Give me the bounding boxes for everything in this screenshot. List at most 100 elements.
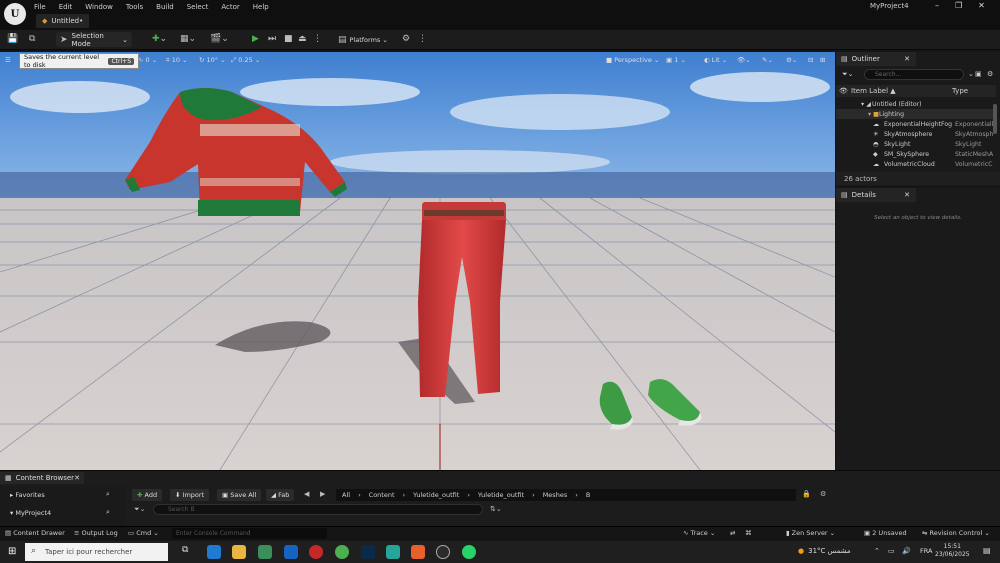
view-mode-button[interactable]: ◐ Lit ⌄ [704,54,727,66]
derived-data-icon[interactable]: ⇄ [730,529,735,537]
grid-snap-button[interactable]: ⌗ 10 ⌄ [166,54,188,66]
filter-icon[interactable]: ⏷⌄ [134,505,145,514]
search-icon[interactable]: ⌕ [106,508,110,517]
photoshop-icon[interactable] [361,545,375,559]
favorites-section[interactable]: ▸ Favorites [10,491,45,499]
outlook-icon[interactable] [284,545,298,559]
language-indicator[interactable]: FRA [920,547,932,555]
brave-icon[interactable] [411,545,425,559]
step-icon[interactable]: ⏭ [268,34,276,44]
gear-icon[interactable]: ⚙ [820,490,826,498]
col-item-label[interactable]: Item Label ▲ [851,87,896,95]
menu-build[interactable]: Build [156,3,174,11]
close-icon[interactable]: ✕ [74,474,80,482]
details-tab[interactable]: ▤ Details ✕ [836,188,916,202]
viewport-menu-icon[interactable]: ☰ [5,54,11,66]
content-search-input[interactable]: Search B [153,504,483,515]
add-button[interactable]: ✚ Add [132,489,163,501]
volume-icon[interactable]: 🔊 [902,547,911,555]
clock[interactable]: 15:51 23/06/2025 [935,543,970,559]
add-actor-icon[interactable]: ✚⌄ [152,34,167,44]
stop-icon[interactable]: ■ [284,34,293,44]
menu-help[interactable]: Help [253,3,269,11]
gear-icon[interactable]: ⚙ [987,70,993,78]
close-icon[interactable]: ✕ [904,55,910,63]
menu-tools[interactable]: Tools [126,3,143,11]
menu-actor[interactable]: Actor [221,3,239,11]
breadcrumb-item[interactable]: B [586,491,590,499]
unreal-logo-icon[interactable]: U [4,3,26,25]
platforms-button[interactable]: ▤ Platforms ⌄ [338,35,388,45]
add-folder-icon[interactable]: ▣ [975,70,982,78]
output-log-button[interactable]: ≡ Output Log [74,529,118,537]
trace-button[interactable]: ∿ Trace ⌄ [683,529,715,537]
cinematics-icon[interactable]: 🎬⌄ [210,34,229,44]
close-icon[interactable]: ✕ [978,1,985,10]
notifications-icon[interactable]: ▤ [983,546,991,555]
search-icon[interactable]: ⌕ [106,490,110,499]
filter-icon[interactable]: ⏷⌄ [842,70,853,79]
unsaved-button[interactable]: ▣ 2 Unsaved [864,529,907,537]
content-drawer-button[interactable]: ▤ Content Drawer [5,529,65,537]
task-view-icon[interactable]: ⧉ [182,545,188,555]
breadcrumb-item[interactable]: Yuletide_outfit [478,491,524,499]
unreal-engine-icon[interactable] [436,545,450,559]
fab-button[interactable]: ◢ Fab [266,489,295,501]
whatsapp-icon[interactable] [462,545,476,559]
visibility-icon[interactable]: 👁 [839,87,848,95]
menu-window[interactable]: Window [85,3,113,11]
perspective-button[interactable]: ■ Perspective ⌄ [606,54,659,66]
show-flags-icon[interactable]: 👁⌄ [737,54,751,66]
minimize-icon[interactable]: – [935,1,939,10]
outliner-search-input[interactable]: Search... [864,69,964,80]
zen-server-button[interactable]: ▮ Zen Server ⌄ [786,529,835,537]
lock-icon[interactable]: 🔒 [802,490,811,498]
menu-select[interactable]: Select [187,3,209,11]
history-forward-icon[interactable]: ▶ [320,490,325,498]
play-icon[interactable]: ▶ [252,34,259,44]
store-icon[interactable] [258,545,272,559]
outliner-row[interactable]: ☁ ExponentialHeightFog Exponentiall [836,119,994,129]
blueprint-icon[interactable]: ▦⌄ [180,34,196,44]
settings-icon[interactable]: ⚙ [402,34,410,44]
network-icon[interactable]: ▭ [888,547,895,555]
rotation-snap-button[interactable]: ↻ 10° ⌄ [199,54,226,66]
eject-icon[interactable]: ⏏ [298,34,307,44]
scale-snap-button[interactable]: ⤢ 0.25 ⌄ [231,54,260,66]
outliner-row[interactable]: ☁ VolumetricCloud VolumetricC [836,159,994,169]
weather-widget[interactable]: ● 31°C مشمس [798,547,851,555]
outliner-row[interactable]: ☀ SkyAtmosphere SkyAtmosph [836,129,994,139]
breadcrumb-item[interactable]: All [342,491,350,499]
network-icon[interactable]: ⌘ [745,529,752,537]
chevron-up-icon[interactable]: ⌃ [874,547,880,555]
opera-icon[interactable] [309,545,323,559]
selection-mode-button[interactable]: ➤ Selection Mode ⌄ [56,32,132,48]
source-control-icon[interactable]: ⧉ [29,34,35,44]
save-icon[interactable]: 💾 [7,34,18,44]
console-command-input[interactable]: Enter Console Command [172,528,327,539]
sort-icon[interactable]: ⇅⌄ [490,505,502,513]
maya-icon[interactable] [386,545,400,559]
chrome-icon[interactable] [335,545,349,559]
edge-icon[interactable] [207,545,221,559]
breadcrumb-item[interactable]: Meshes [543,491,568,499]
cmd-button[interactable]: ▭ Cmd ⌄ [128,529,159,537]
file-explorer-icon[interactable] [232,545,246,559]
project-section[interactable]: ▾ MyProject4 [10,509,51,517]
close-icon[interactable]: ✕ [904,191,910,199]
import-button[interactable]: ⬇ Import [170,489,210,501]
angle-snap-button[interactable]: ∿ 0 ⌄ [138,54,157,66]
document-tab[interactable]: ◆ Untitled• [36,14,90,28]
maximize-viewport-icon[interactable]: ⊞ [820,54,825,66]
level-viewport[interactable] [0,52,835,470]
play-options-icon[interactable]: ⋮ [313,34,322,44]
menu-file[interactable]: File [34,3,46,11]
col-type[interactable]: Type [952,87,968,95]
maximize-icon[interactable]: ❐ [955,1,962,10]
outliner-row[interactable]: ◓ SkyLight SkyLight [836,139,994,149]
outliner-row[interactable]: ◆ SM_SkySphere StaticMeshA [836,149,994,159]
gear-icon[interactable]: ⚙⌄ [786,54,797,66]
more-icon[interactable]: ⋮ [418,34,427,44]
content-browser-tab[interactable]: ▦ Content Browser ✕ [0,472,84,484]
save-all-button[interactable]: ▣ Save All [217,489,262,501]
